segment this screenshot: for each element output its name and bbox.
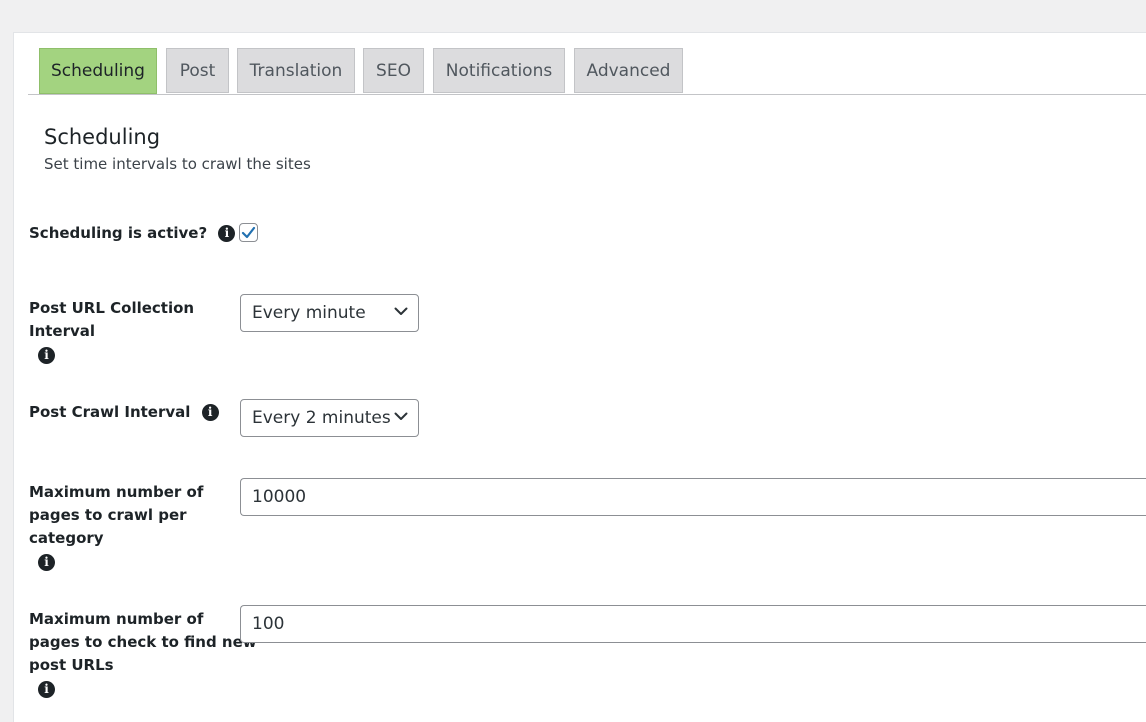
tab-seo[interactable]: SEO — [363, 48, 424, 93]
tab-post[interactable]: Post — [166, 48, 229, 93]
settings-panel: Scheduling Post Translation SEO Notifica… — [13, 32, 1146, 722]
label-line: Interval — [29, 322, 96, 340]
max-pages-category-input[interactable]: 10000 — [240, 478, 1146, 516]
crawl-interval-label: Post Crawl Interval — [29, 403, 191, 421]
section-description: Set time intervals to crawl the sites — [44, 155, 311, 173]
scheduling-active-label: Scheduling is active? — [29, 224, 208, 242]
max-pages-new-urls-label: Maximum number of pages to check to find… — [29, 608, 257, 701]
url-collection-interval-select[interactable]: Every minute — [240, 294, 419, 332]
select-value: Every minute — [252, 303, 366, 323]
max-pages-new-urls-input[interactable]: 100 — [240, 605, 1146, 643]
label-line: post URLs — [29, 656, 114, 674]
info-icon[interactable]: i — [218, 225, 236, 242]
tab-advanced[interactable]: Advanced — [574, 48, 683, 93]
crawl-interval-label-row: Post Crawl Interval i — [29, 401, 219, 424]
label-line: pages to check to find new — [29, 633, 257, 651]
tab-scheduling[interactable]: Scheduling — [39, 48, 157, 94]
label-line: category — [29, 529, 104, 547]
label-line: Post URL Collection — [29, 299, 195, 317]
section-title: Scheduling — [44, 125, 161, 149]
scheduling-active-checkbox[interactable] — [239, 223, 258, 242]
tab-translation[interactable]: Translation — [237, 48, 355, 93]
info-icon[interactable]: i — [38, 681, 55, 698]
label-line: Maximum number of — [29, 483, 204, 501]
select-value: Every 2 minutes — [252, 408, 391, 428]
info-icon[interactable]: i — [201, 404, 219, 421]
scheduling-active-label-row: Scheduling is active? i — [29, 222, 236, 245]
tab-bar: Scheduling Post Translation SEO Notifica… — [28, 48, 1146, 95]
label-line: pages to crawl per — [29, 506, 187, 524]
checkmark-icon — [241, 226, 256, 239]
chevron-down-icon — [394, 412, 408, 420]
chevron-down-icon — [394, 307, 408, 315]
max-pages-category-label: Maximum number of pages to crawl per cat… — [29, 481, 203, 574]
url-collection-interval-label: Post URL Collection Interval i — [29, 297, 194, 367]
crawl-interval-select[interactable]: Every 2 minutes — [240, 399, 419, 437]
label-line: Maximum number of — [29, 610, 204, 628]
tab-notifications[interactable]: Notifications — [433, 48, 565, 93]
info-icon[interactable]: i — [38, 347, 55, 364]
info-icon[interactable]: i — [38, 554, 55, 571]
